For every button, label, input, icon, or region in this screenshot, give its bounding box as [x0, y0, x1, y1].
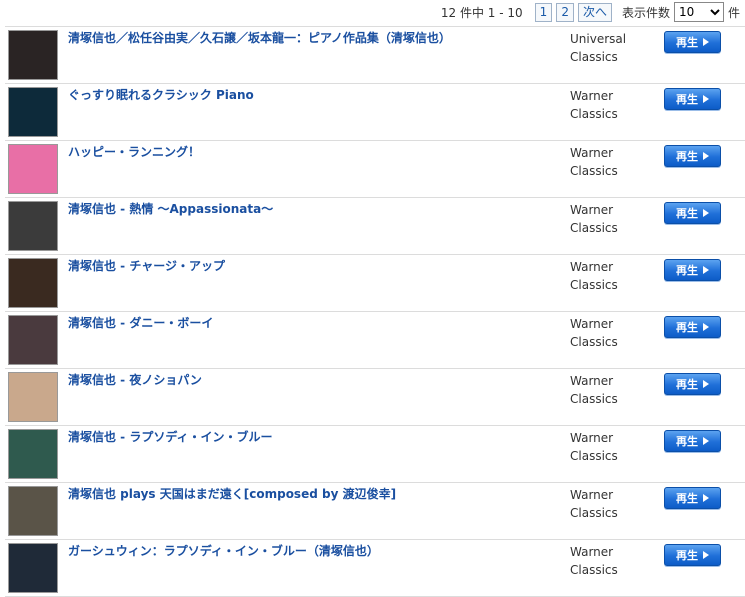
album-thumbnail[interactable] — [8, 543, 58, 593]
play-label: 再生 — [676, 150, 698, 163]
record-label-line2: Classics — [570, 50, 618, 64]
per-page-select[interactable]: 10 — [673, 2, 724, 22]
list-item: 清塚信也 - チャージ・アップ Warner Classics 再生 — [5, 255, 745, 312]
record-label: Warner Classics — [570, 372, 650, 408]
record-label-line1: Warner — [570, 146, 614, 160]
play-icon — [703, 209, 709, 217]
record-label-line1: Universal — [570, 32, 627, 46]
play-button[interactable]: 再生 — [664, 88, 721, 110]
list-item: 清塚信也 - 夜ノショパン Warner Classics 再生 — [5, 369, 745, 426]
record-label-line2: Classics — [570, 221, 618, 235]
play-icon — [703, 323, 709, 331]
record-label: Warner Classics — [570, 543, 650, 579]
album-thumbnail[interactable] — [8, 258, 58, 308]
play-icon — [703, 95, 709, 103]
record-label: Warner Classics — [570, 486, 650, 522]
play-label: 再生 — [676, 36, 698, 49]
record-label-line2: Classics — [570, 278, 618, 292]
record-label: Warner Classics — [570, 429, 650, 465]
play-icon — [703, 152, 709, 160]
album-thumbnail[interactable] — [8, 429, 58, 479]
list-item: 清塚信也 - 熱情 ～Appassionata～ Warner Classics … — [5, 198, 745, 255]
record-label-line1: Warner — [570, 374, 614, 388]
album-title-link[interactable]: 清塚信也 - ダニー・ボーイ — [68, 316, 558, 331]
record-label-line2: Classics — [570, 107, 618, 121]
album-title-link[interactable]: ハッピー・ランニング！ — [68, 145, 558, 160]
next-page-link[interactable]: 次へ — [577, 2, 612, 22]
play-icon — [703, 38, 709, 46]
record-label-line2: Classics — [570, 335, 618, 349]
play-button[interactable]: 再生 — [664, 487, 721, 509]
play-label: 再生 — [676, 93, 698, 106]
play-button[interactable]: 再生 — [664, 544, 721, 566]
album-title-link[interactable]: 清塚信也／松任谷由実／久石譲／坂本龍一：ピアノ作品集（清塚信也） — [68, 31, 558, 46]
album-title-link[interactable]: 清塚信也 - ラプソディ・イン・ブルー — [68, 430, 558, 445]
record-label: Warner Classics — [570, 258, 650, 294]
play-label: 再生 — [676, 207, 698, 220]
album-thumbnail[interactable] — [8, 372, 58, 422]
record-label: Warner Classics — [570, 315, 650, 351]
record-label: Warner Classics — [570, 201, 650, 237]
page-link-2[interactable]: 2 — [556, 2, 574, 22]
play-label: 再生 — [676, 549, 698, 562]
play-button[interactable]: 再生 — [664, 259, 721, 281]
album-title-link[interactable]: 清塚信也 - 熱情 ～Appassionata～ — [68, 202, 558, 217]
play-icon — [703, 380, 709, 388]
play-icon — [703, 266, 709, 274]
record-label: Universal Classics — [570, 30, 650, 66]
play-label: 再生 — [676, 435, 698, 448]
play-button[interactable]: 再生 — [664, 202, 721, 224]
album-thumbnail[interactable] — [8, 486, 58, 536]
album-thumbnail[interactable] — [8, 201, 58, 251]
album-title-link[interactable]: 清塚信也 plays 天国はまだ遠く[composed by 渡辺俊幸] — [68, 487, 558, 502]
record-label-line2: Classics — [570, 164, 618, 178]
play-button[interactable]: 再生 — [664, 316, 721, 338]
record-label-line1: Warner — [570, 545, 614, 559]
record-label-line1: Warner — [570, 260, 614, 274]
album-title-link[interactable]: ガーシュウィン：ラプソディ・イン・ブルー（清塚信也） — [68, 544, 558, 559]
record-label-line2: Classics — [570, 563, 618, 577]
record-label-line1: Warner — [570, 89, 614, 103]
play-icon — [703, 551, 709, 559]
list-item: ガーシュウィン：ラプソディ・イン・ブルー（清塚信也） Warner Classic… — [5, 540, 745, 597]
list-item: 清塚信也／松任谷由実／久石譲／坂本龍一：ピアノ作品集（清塚信也） Univers… — [5, 27, 745, 84]
album-thumbnail[interactable] — [8, 87, 58, 137]
list-item: 清塚信也 - ダニー・ボーイ Warner Classics 再生 — [5, 312, 745, 369]
record-label-line1: Warner — [570, 317, 614, 331]
play-icon — [703, 437, 709, 445]
album-thumbnail[interactable] — [8, 30, 58, 80]
play-button[interactable]: 再生 — [664, 31, 721, 53]
album-title-link[interactable]: ぐっすり眠れるクラシック Piano — [68, 88, 558, 103]
list-item: ハッピー・ランニング！ Warner Classics 再生 — [5, 141, 745, 198]
record-label-line2: Classics — [570, 506, 618, 520]
album-title-link[interactable]: 清塚信也 - 夜ノショパン — [68, 373, 558, 388]
play-label: 再生 — [676, 321, 698, 334]
play-button[interactable]: 再生 — [664, 430, 721, 452]
album-list: 清塚信也／松任谷由実／久石譲／坂本龍一：ピアノ作品集（清塚信也） Univers… — [5, 26, 745, 597]
page-link-1[interactable]: 1 — [534, 2, 553, 22]
pagination-bar: 12 件中 1 - 10 1 2 次へ 表示件数 10 件 — [0, 0, 745, 24]
record-label: Warner Classics — [570, 144, 650, 180]
play-label: 再生 — [676, 378, 698, 391]
play-button[interactable]: 再生 — [664, 373, 721, 395]
play-label: 再生 — [676, 264, 698, 277]
record-label-line2: Classics — [570, 449, 618, 463]
record-label-line1: Warner — [570, 488, 614, 502]
per-page-unit: 件 — [727, 5, 740, 20]
record-label: Warner Classics — [570, 87, 650, 123]
album-title-link[interactable]: 清塚信也 - チャージ・アップ — [68, 259, 558, 274]
list-item: ぐっすり眠れるクラシック Piano Warner Classics 再生 — [5, 84, 745, 141]
record-label-line1: Warner — [570, 203, 614, 217]
play-icon — [703, 494, 709, 502]
list-item: 清塚信也 plays 天国はまだ遠く[composed by 渡辺俊幸] War… — [5, 483, 745, 540]
play-button[interactable]: 再生 — [664, 145, 721, 167]
per-page-label: 表示件数 — [621, 5, 670, 20]
album-thumbnail[interactable] — [8, 315, 58, 365]
result-count: 12 件中 1 - 10 — [440, 5, 523, 20]
record-label-line1: Warner — [570, 431, 614, 445]
play-label: 再生 — [676, 492, 698, 505]
list-item: 清塚信也 - ラプソディ・イン・ブルー Warner Classics 再生 — [5, 426, 745, 483]
record-label-line2: Classics — [570, 392, 618, 406]
album-thumbnail[interactable] — [8, 144, 58, 194]
